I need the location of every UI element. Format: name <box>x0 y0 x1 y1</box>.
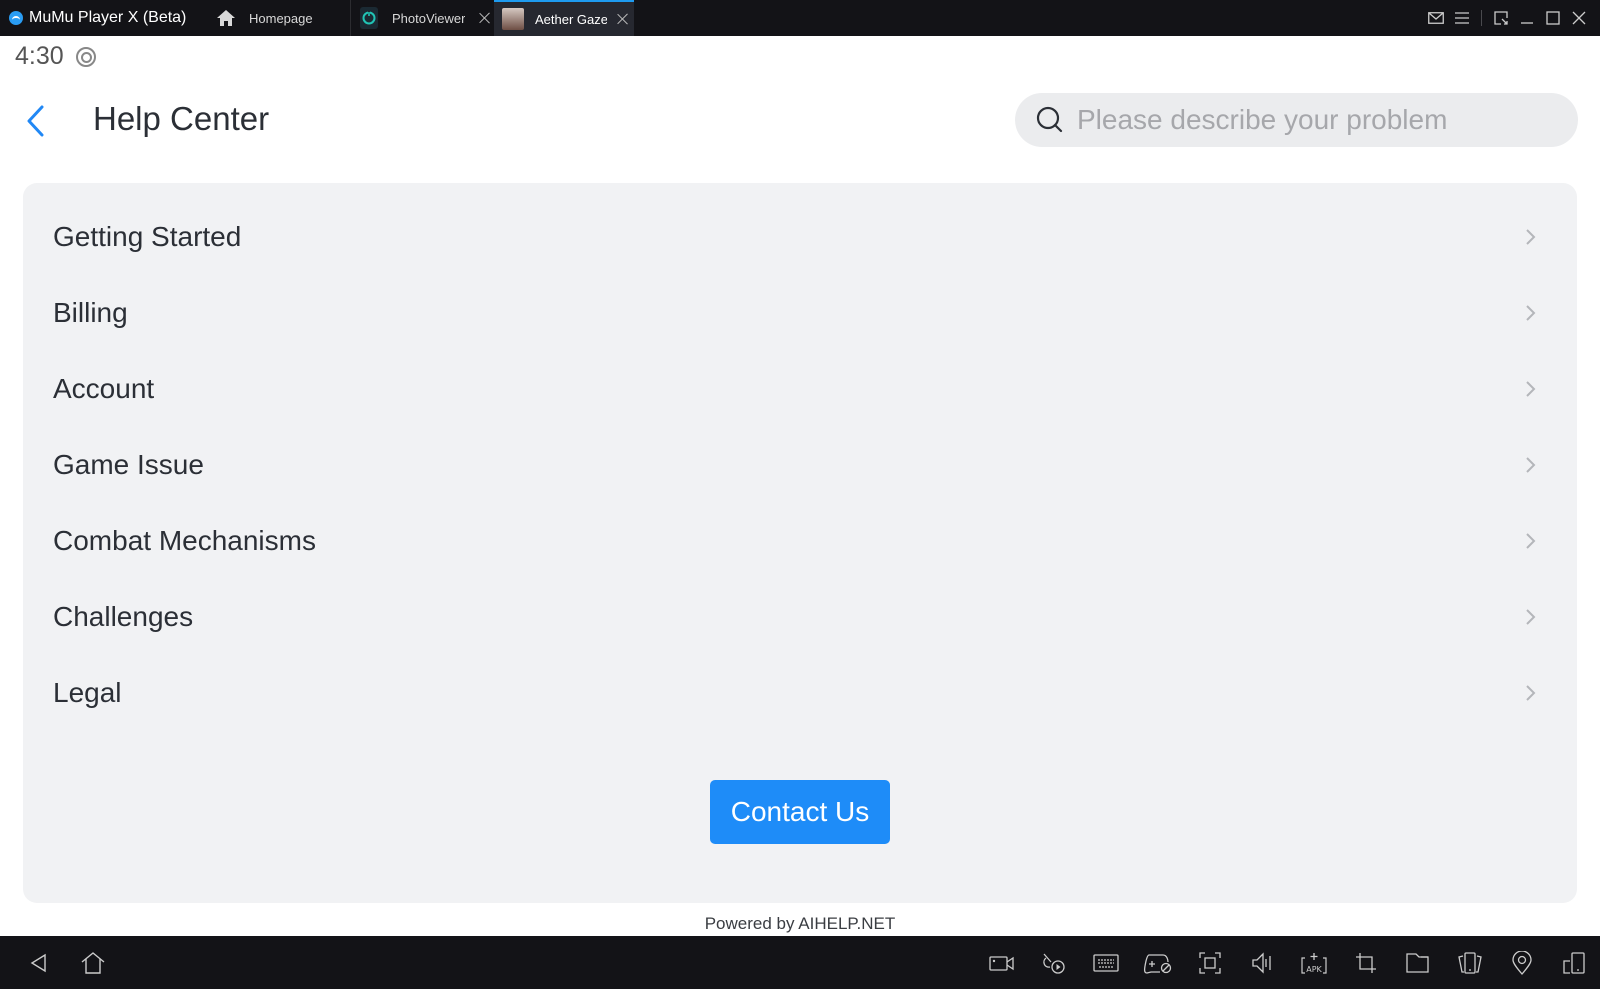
screen-record-button[interactable] <box>980 936 1024 989</box>
category-label: Account <box>53 373 155 404</box>
chevron-right-icon <box>1526 457 1536 473</box>
sync-status-icon <box>75 46 96 67</box>
volume-button[interactable] <box>1240 936 1284 989</box>
category-game-issue[interactable]: Game Issue <box>23 427 1577 503</box>
help-categories-card: Getting Started Billing Account Game Iss… <box>23 183 1577 903</box>
category-challenges[interactable]: Challenges <box>23 579 1577 655</box>
category-label: Legal <box>53 677 122 708</box>
menu-icon[interactable] <box>1449 0 1475 36</box>
android-back-button[interactable] <box>17 936 61 989</box>
close-tab-icon[interactable] <box>479 12 491 24</box>
maximize-icon[interactable] <box>1540 0 1566 36</box>
android-home-button[interactable] <box>71 936 115 989</box>
back-button[interactable] <box>22 104 52 138</box>
category-legal[interactable]: Legal <box>23 655 1577 731</box>
tab-label: PhotoViewer <box>392 10 466 26</box>
macro-play-icon <box>1043 953 1065 974</box>
back-icon <box>30 953 46 972</box>
svg-text:APK: APK <box>1306 965 1322 974</box>
home-icon <box>216 9 236 27</box>
gamepad-button[interactable] <box>1136 936 1180 989</box>
window-controls <box>1423 0 1600 36</box>
powered-by-text: Powered by AIHELP.NET <box>704 914 896 933</box>
category-combat-mechanisms[interactable]: Combat Mechanisms <box>23 503 1577 579</box>
category-label: Billing <box>53 297 128 328</box>
contact-us-button[interactable]: Contact Us <box>710 780 890 844</box>
chevron-right-icon <box>1526 305 1536 321</box>
keyboard-mapping-button[interactable] <box>1084 936 1128 989</box>
folder-button[interactable] <box>1396 936 1440 989</box>
category-label: Combat Mechanisms <box>53 525 316 556</box>
macro-button[interactable] <box>1032 936 1076 989</box>
fullscreen-icon <box>1199 951 1221 974</box>
tab-photoviewer[interactable]: PhotoViewer <box>360 0 494 36</box>
title-bar: MuMu Player X (Beta) Homepage PhotoViewe… <box>0 0 1600 36</box>
tab-label: Homepage <box>249 10 313 26</box>
category-label: Game Issue <box>53 449 204 480</box>
mail-icon[interactable] <box>1423 0 1449 36</box>
search-icon <box>1036 106 1063 133</box>
search-bar[interactable] <box>1015 93 1578 147</box>
volume-icon <box>1252 951 1271 974</box>
emulator-toolbar: APK <box>0 936 1600 989</box>
keyboard-mapping-icon <box>1093 953 1119 972</box>
rotate-screen-button[interactable] <box>1552 936 1596 989</box>
rotate-screen-icon <box>1563 951 1585 974</box>
status-bar: 4:30 <box>15 42 96 71</box>
search-input[interactable] <box>1077 104 1557 136</box>
tab-aether-gazer[interactable]: Aether Gazer <box>494 0 634 36</box>
resize-icon[interactable] <box>1488 0 1514 36</box>
category-label: Challenges <box>53 601 194 632</box>
gamepad-disabled-icon <box>1143 953 1172 974</box>
photoviewer-app-icon <box>360 7 378 29</box>
category-getting-started[interactable]: Getting Started <box>23 199 1577 275</box>
mumu-logo-icon <box>9 11 23 25</box>
multi-instance-icon <box>1458 951 1482 974</box>
fullscreen-button[interactable] <box>1188 936 1232 989</box>
chevron-right-icon <box>1526 609 1536 625</box>
app-title-text: MuMu Player X (Beta) <box>29 9 187 26</box>
category-billing[interactable]: Billing <box>23 275 1577 351</box>
install-apk-button[interactable]: APK <box>1292 936 1336 989</box>
category-label: Getting Started <box>53 221 242 252</box>
folder-icon <box>1406 952 1429 973</box>
tab-homepage[interactable]: Homepage <box>216 0 346 36</box>
multi-instance-button[interactable] <box>1448 936 1492 989</box>
close-tab-icon[interactable] <box>617 13 629 25</box>
app-title: MuMu Player X (Beta) <box>9 0 186 36</box>
chevron-right-icon <box>1526 533 1536 549</box>
tab-label: Aether Gazer <box>535 11 607 27</box>
aether-gazer-app-icon <box>502 8 524 30</box>
chevron-left-icon <box>27 105 44 137</box>
location-icon <box>1512 950 1532 975</box>
category-account[interactable]: Account <box>23 351 1577 427</box>
chevron-right-icon <box>1526 685 1536 701</box>
home-icon <box>81 951 105 974</box>
crop-icon <box>1356 952 1376 973</box>
chevron-right-icon <box>1526 229 1536 245</box>
minimize-icon[interactable] <box>1514 0 1540 36</box>
separator <box>1481 10 1482 26</box>
install-apk-icon: APK <box>1301 952 1327 974</box>
tab-divider <box>350 0 351 36</box>
close-icon[interactable] <box>1566 0 1592 36</box>
page-title: Help Center <box>93 100 270 137</box>
help-center-header: Help Center <box>0 90 1600 150</box>
crop-button[interactable] <box>1344 936 1388 989</box>
screen-record-icon <box>989 955 1014 971</box>
location-button[interactable] <box>1500 936 1544 989</box>
chevron-right-icon <box>1526 381 1536 397</box>
status-time: 4:30 <box>15 42 64 70</box>
